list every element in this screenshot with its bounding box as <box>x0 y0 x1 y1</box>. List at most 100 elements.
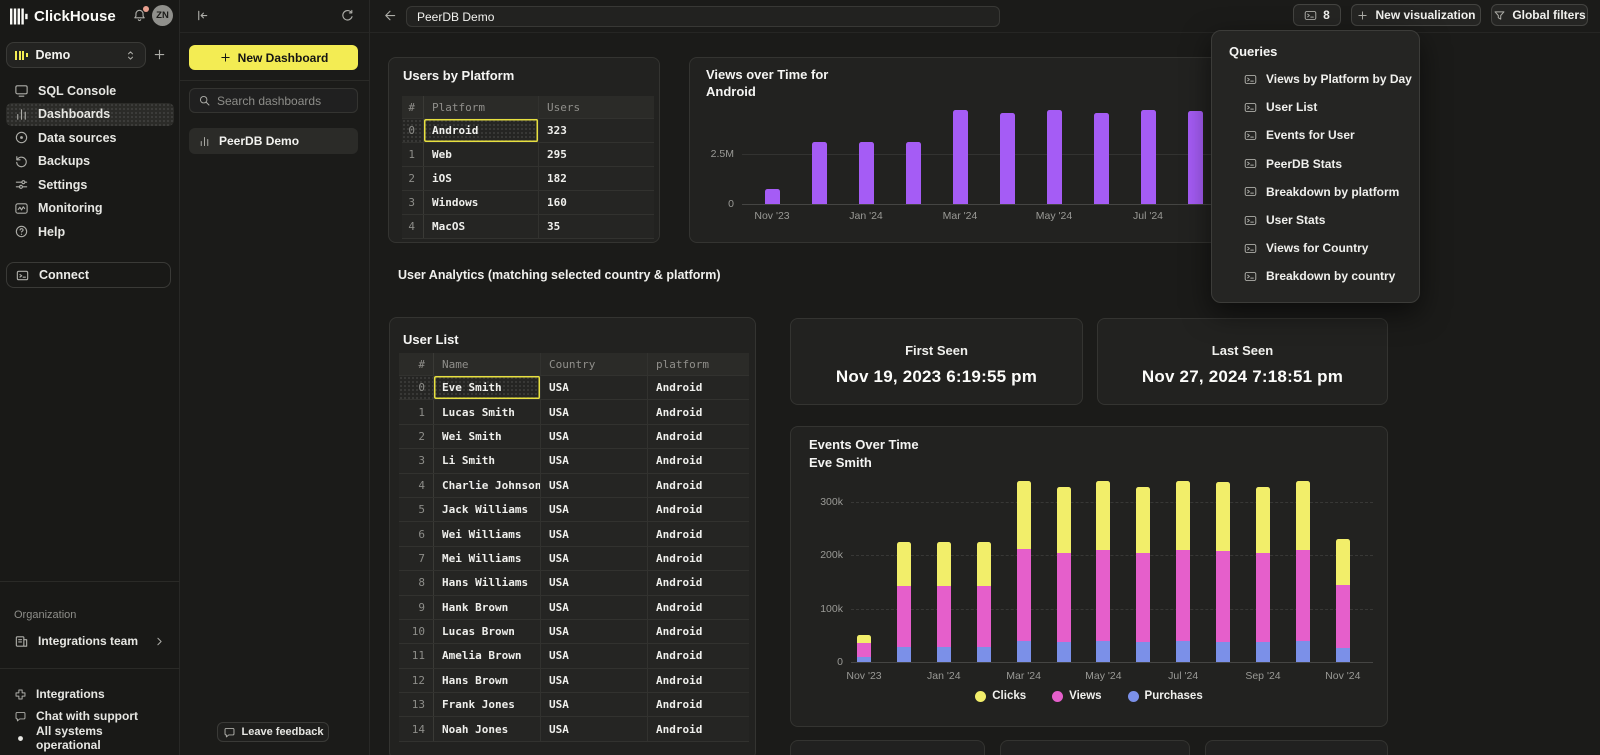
table-row[interactable]: 10Lucas BrownUSAAndroid <box>399 620 749 644</box>
bar-segment[interactable] <box>1096 641 1110 662</box>
sidebar-item-data-sources[interactable]: Data sources <box>6 126 174 150</box>
bar-segment[interactable] <box>937 586 951 647</box>
bar-segment[interactable] <box>857 643 871 656</box>
table-row[interactable]: 2Wei SmithUSAAndroid <box>399 425 749 449</box>
table-row[interactable]: 4Charlie JohnsonUSAAndroid <box>399 474 749 498</box>
query-item[interactable]: User Stats <box>1212 206 1419 234</box>
avatar[interactable]: ZN <box>152 5 173 26</box>
bar-segment[interactable] <box>1296 481 1310 550</box>
bar-segment[interactable] <box>1188 111 1203 204</box>
bar-segment[interactable] <box>897 586 911 647</box>
bar-segment[interactable] <box>1256 487 1270 553</box>
bar-segment[interactable] <box>1256 642 1270 662</box>
table-row[interactable]: 5Jack WilliamsUSAAndroid <box>399 498 749 522</box>
bar-segment[interactable] <box>1336 539 1350 585</box>
add-workspace-button[interactable] <box>152 47 167 62</box>
bar-segment[interactable] <box>1057 642 1071 662</box>
legend-item[interactable]: Views <box>1052 690 1101 702</box>
bar-segment[interactable] <box>812 142 827 204</box>
sidebar-item-sql-console[interactable]: SQL Console <box>6 79 174 103</box>
new-visualization-button[interactable]: New visualization <box>1351 4 1481 26</box>
legend-item[interactable]: Clicks <box>975 690 1026 702</box>
bar-segment[interactable] <box>1216 642 1230 662</box>
table-row[interactable]: 7Mei WilliamsUSAAndroid <box>399 547 749 571</box>
bar-segment[interactable] <box>1296 550 1310 641</box>
new-dashboard-button[interactable]: New Dashboard <box>189 45 358 70</box>
query-item[interactable]: Events for User <box>1212 121 1419 149</box>
sidebar-item-dashboards[interactable]: Dashboards <box>6 103 174 127</box>
sidebar-item-settings[interactable]: Settings <box>6 173 174 197</box>
bar-segment[interactable] <box>1336 648 1350 662</box>
events-over-time-chart[interactable]: 0100k200k300kNov '23Jan '24Mar '24May '2… <box>791 427 1387 726</box>
bar-segment[interactable] <box>857 657 871 662</box>
bar-segment[interactable] <box>953 110 968 204</box>
sidebar-item-all-systems-operational[interactable]: All systems operational <box>0 727 180 749</box>
table-cell[interactable]: Eve Smith <box>434 376 541 399</box>
bar-segment[interactable] <box>1057 487 1071 553</box>
bar-segment[interactable] <box>765 189 780 204</box>
sidebar-item-backups[interactable]: Backups <box>6 150 174 174</box>
table-row[interactable]: 1Lucas SmithUSAAndroid <box>399 400 749 424</box>
table-row[interactable]: 0Android323 <box>402 119 654 143</box>
connect-button[interactable]: Connect <box>6 262 171 288</box>
table-row[interactable]: 13Frank JonesUSAAndroid <box>399 693 749 717</box>
table-row[interactable]: 6Wei WilliamsUSAAndroid <box>399 522 749 546</box>
bar-segment[interactable] <box>1094 113 1109 204</box>
bar-segment[interactable] <box>1296 641 1310 662</box>
sidebar-item-help[interactable]: Help <box>6 220 174 244</box>
bar-segment[interactable] <box>1256 553 1270 642</box>
bar-segment[interactable] <box>1216 551 1230 642</box>
leave-feedback-button[interactable]: Leave feedback <box>217 722 329 742</box>
query-item[interactable]: Views by Platform by Day <box>1212 65 1419 93</box>
bar-segment[interactable] <box>1176 481 1190 550</box>
bar-segment[interactable] <box>897 647 911 662</box>
back-arrow-icon[interactable] <box>382 8 397 23</box>
table-row[interactable]: 4MacOS35 <box>402 215 654 239</box>
bar-segment[interactable] <box>1141 110 1156 204</box>
bar-segment[interactable] <box>1336 585 1350 648</box>
bar-segment[interactable] <box>1136 487 1150 553</box>
dashboard-title-input[interactable] <box>406 6 1000 27</box>
table-row[interactable]: 1Web295 <box>402 143 654 167</box>
table-row[interactable]: 3Li SmithUSAAndroid <box>399 449 749 473</box>
bar-segment[interactable] <box>1136 553 1150 642</box>
bar-segment[interactable] <box>1017 549 1031 641</box>
queries-count-button[interactable]: 8 <box>1293 4 1341 26</box>
legend-item[interactable]: Purchases <box>1128 690 1203 702</box>
bar-segment[interactable] <box>1057 553 1071 642</box>
query-item[interactable]: Breakdown by country <box>1212 262 1419 290</box>
bar-segment[interactable] <box>859 142 874 204</box>
dashboard-item-peerdb-demo[interactable]: PeerDB Demo <box>189 128 358 154</box>
query-item[interactable]: Views for Country <box>1212 234 1419 262</box>
collapse-panel-icon[interactable] <box>195 8 210 23</box>
bar-segment[interactable] <box>1096 481 1110 550</box>
sidebar-item-integrations[interactable]: Integrations <box>0 683 180 705</box>
query-item[interactable]: User List <box>1212 93 1419 121</box>
refresh-icon[interactable] <box>340 8 355 23</box>
bar-segment[interactable] <box>937 647 951 662</box>
bar-segment[interactable] <box>977 647 991 662</box>
bar-segment[interactable] <box>1017 641 1031 662</box>
dashboard-search[interactable] <box>189 88 358 113</box>
workspace-select[interactable]: Demo <box>6 42 146 68</box>
table-row[interactable]: 2iOS182 <box>402 167 654 191</box>
table-row[interactable]: 8Hans WilliamsUSAAndroid <box>399 571 749 595</box>
table-row[interactable]: 9Hank BrownUSAAndroid <box>399 596 749 620</box>
sidebar-item-monitoring[interactable]: Monitoring <box>6 197 174 221</box>
bar-segment[interactable] <box>1176 550 1190 641</box>
bar-segment[interactable] <box>906 142 921 204</box>
bar-segment[interactable] <box>1176 641 1190 662</box>
bar-segment[interactable] <box>1136 642 1150 662</box>
bar-segment[interactable] <box>1096 550 1110 641</box>
table-row[interactable]: 12Hans BrownUSAAndroid <box>399 669 749 693</box>
bar-segment[interactable] <box>1000 113 1015 204</box>
bar-segment[interactable] <box>1017 481 1031 549</box>
table-cell[interactable]: Android <box>424 119 539 142</box>
search-input[interactable] <box>217 94 337 108</box>
bar-segment[interactable] <box>977 542 991 586</box>
bar-segment[interactable] <box>1047 110 1062 204</box>
table-row[interactable]: 3Windows160 <box>402 191 654 215</box>
bar-segment[interactable] <box>1216 482 1230 551</box>
bar-segment[interactable] <box>897 542 911 586</box>
table-row[interactable]: 0Eve SmithUSAAndroid <box>399 376 749 400</box>
